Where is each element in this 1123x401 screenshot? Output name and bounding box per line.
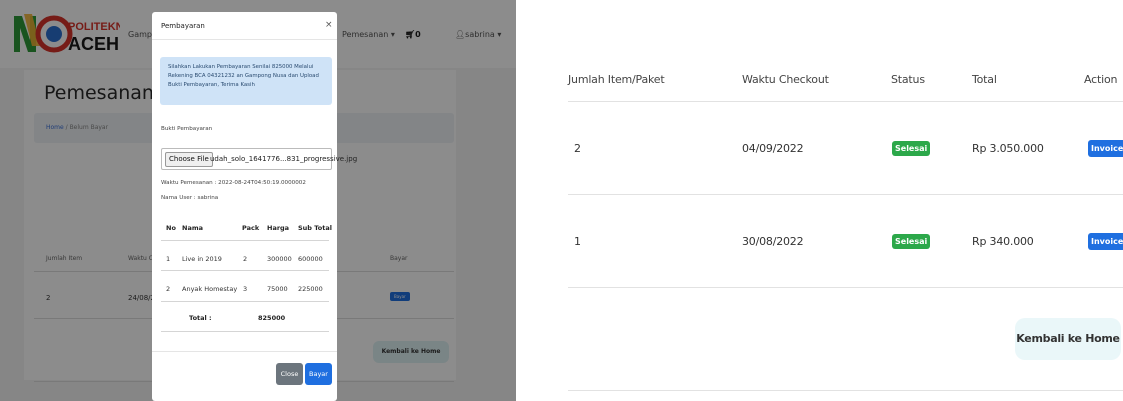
row1-total: Rp 3.050.000 <box>972 142 1044 155</box>
modal-footer-divider <box>152 351 337 352</box>
choose-file-button[interactable]: Choose File <box>165 152 213 167</box>
divider <box>161 301 329 302</box>
bukti-file-input[interactable]: Choose File udah_solo_1641776...831_prog… <box>161 148 357 170</box>
row1-subtotal: 600000 <box>298 255 323 263</box>
modal-title: Pembayaran <box>161 22 205 30</box>
divider <box>568 287 1123 288</box>
orders-panel: Jumlah Item/Paket Waktu Checkout Status … <box>556 0 1123 401</box>
waktu-pemesanan: Waktu Pemesanan : 2022-08-24T04:50:19.00… <box>161 180 306 186</box>
divider <box>568 390 1123 391</box>
divider <box>161 331 329 332</box>
th-subtotal: Sub Total <box>298 224 332 232</box>
header-waktu: Waktu Checkout <box>742 73 829 86</box>
row2-no: 2 <box>166 285 171 293</box>
row2-total: Rp 340.000 <box>972 235 1034 248</box>
row2-harga: 75000 <box>267 285 288 293</box>
left-panel: POLITEKNIK ACEH Gampong Pemesanan ▾ 🛒︎0 … <box>0 0 516 401</box>
row2-status-badge: Selesai <box>892 234 931 249</box>
th-nama: Nama <box>182 224 203 232</box>
row1-no: 1 <box>166 255 171 263</box>
total-label: Total : <box>189 314 212 322</box>
row1-status-badge: Selesai <box>892 141 931 156</box>
row1-waktu: 04/09/2022 <box>742 142 804 155</box>
divider <box>568 101 1123 102</box>
total-value: 825000 <box>258 314 286 322</box>
header-total: Total <box>972 73 997 86</box>
header-action: Action <box>1084 73 1118 86</box>
file-name: udah_solo_1641776...831_progressive.jpg <box>210 155 358 163</box>
divider <box>161 270 329 271</box>
row1-pack: 2 <box>243 255 248 263</box>
row1-jumlah: 2 <box>574 142 581 155</box>
th-pack: Pack <box>242 224 260 232</box>
row2-invoice-button[interactable]: Invoice <box>1088 233 1123 250</box>
modal-header: Pembayaran × <box>152 12 337 40</box>
bayar-button[interactable]: Bayar <box>305 363 332 385</box>
row2-jumlah: 1 <box>574 235 581 248</box>
bukti-label: Bukti Pembayaran <box>161 126 213 132</box>
close-icon[interactable]: × <box>325 20 333 30</box>
row1-harga: 300000 <box>267 255 292 263</box>
header-jumlah: Jumlah Item/Paket <box>568 73 665 86</box>
row1-nama: Live in 2019 <box>182 255 222 263</box>
payment-info-alert: Silahkan Lakukan Pembayaran Senilai 8250… <box>160 57 332 105</box>
header-status: Status <box>891 73 925 86</box>
row2-pack: 3 <box>243 285 248 293</box>
kembali-home-button[interactable]: Kembali ke Home <box>1015 318 1121 360</box>
payment-modal: Pembayaran × Silahkan Lakukan Pembayaran… <box>152 12 357 401</box>
nama-user: Nama User : sabrina <box>161 195 219 201</box>
alert-text: Silahkan Lakukan Pembayaran Senilai 8250… <box>168 64 319 88</box>
row2-waktu: 30/08/2022 <box>742 235 804 248</box>
close-button[interactable]: Close <box>276 363 303 385</box>
row1-invoice-button[interactable]: Invoice <box>1088 140 1123 157</box>
row2-subtotal: 225000 <box>298 285 323 293</box>
divider <box>161 240 329 241</box>
th-harga: Harga <box>267 224 290 232</box>
th-no: No <box>166 224 176 232</box>
divider <box>568 194 1123 195</box>
row2-nama: Anyak Homestay <box>182 285 238 293</box>
